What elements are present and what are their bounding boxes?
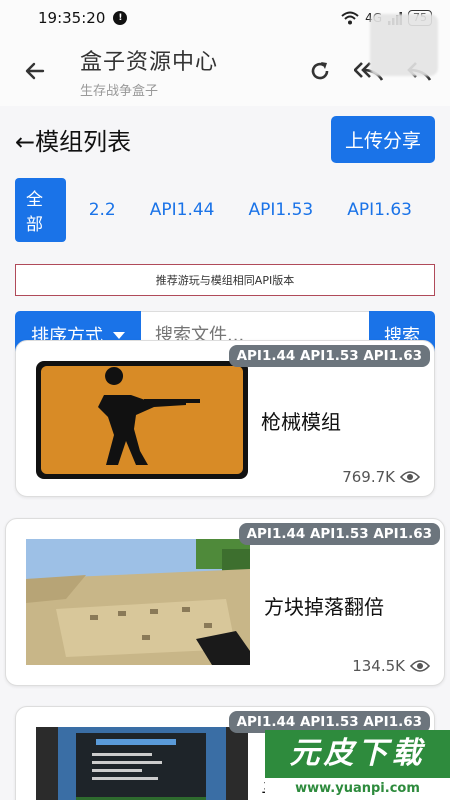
api-notice: 推荐游玩与模组相同API版本 [15,264,435,296]
api-badge: API1.44 API1.53 API1.63 [238,523,440,545]
app-titles: 盒子资源中心 生存战争盒子 [80,44,218,99]
view-count-value: 769.7K [342,468,395,486]
tab-2-2[interactable]: 2.2 [78,193,127,227]
mod-title: 枪械模组 [261,410,341,434]
mod-thumbnail [26,539,250,665]
version-tabs: 全部 2.2 API1.44 API1.53 API1.63 [0,178,450,242]
mod-thumbnail [36,361,248,479]
upload-share-button[interactable]: 上传分享 [330,115,435,163]
caret-down-icon [113,331,125,339]
back-arrow-icon [25,62,45,80]
tab-api-1-53[interactable]: API1.53 [238,193,325,227]
app-subtitle: 生存战争盒子 [80,83,159,99]
list-header: ←模组列表 上传分享 [0,114,450,164]
site-watermark: 元皮下载 www.yuanpi.com [265,730,450,800]
view-count: 769.7K [342,468,420,486]
view-count-value: 134.5K [352,657,405,675]
notification-icon: ! [113,11,128,25]
tab-api-1-63[interactable]: API1.63 [336,193,423,227]
tab-all[interactable]: 全部 [15,178,66,242]
app-bar: 盒子资源中心 生存战争盒子 [0,14,450,106]
page-title[interactable]: ←模组列表 [15,122,131,157]
refresh-icon[interactable] [308,59,332,83]
status-time: 19:35:20 [38,9,106,27]
back-button[interactable] [18,54,52,88]
watermark-text: 元皮下载 [265,730,450,778]
eye-icon [410,660,430,672]
mod-card[interactable]: API1.44 API1.53 API1.63 方块掉落翻倍 134.5K [5,518,445,686]
mod-title: 方块掉落翻倍 [264,595,384,619]
mod-thumbnail [36,727,248,800]
watermark-url: www.yuanpi.com [265,778,450,800]
tab-api-1-44[interactable]: API1.44 [139,193,226,227]
blurred-overlay [370,14,438,76]
eye-icon [400,471,420,483]
wifi-icon [341,11,359,25]
api-badge: API1.44 API1.53 API1.63 [228,345,430,367]
app-title: 盒子资源中心 [80,49,219,75]
mod-card[interactable]: API1.44 API1.53 API1.63 枪械模组 769.7K [15,340,435,497]
view-count: 134.5K [352,657,430,675]
